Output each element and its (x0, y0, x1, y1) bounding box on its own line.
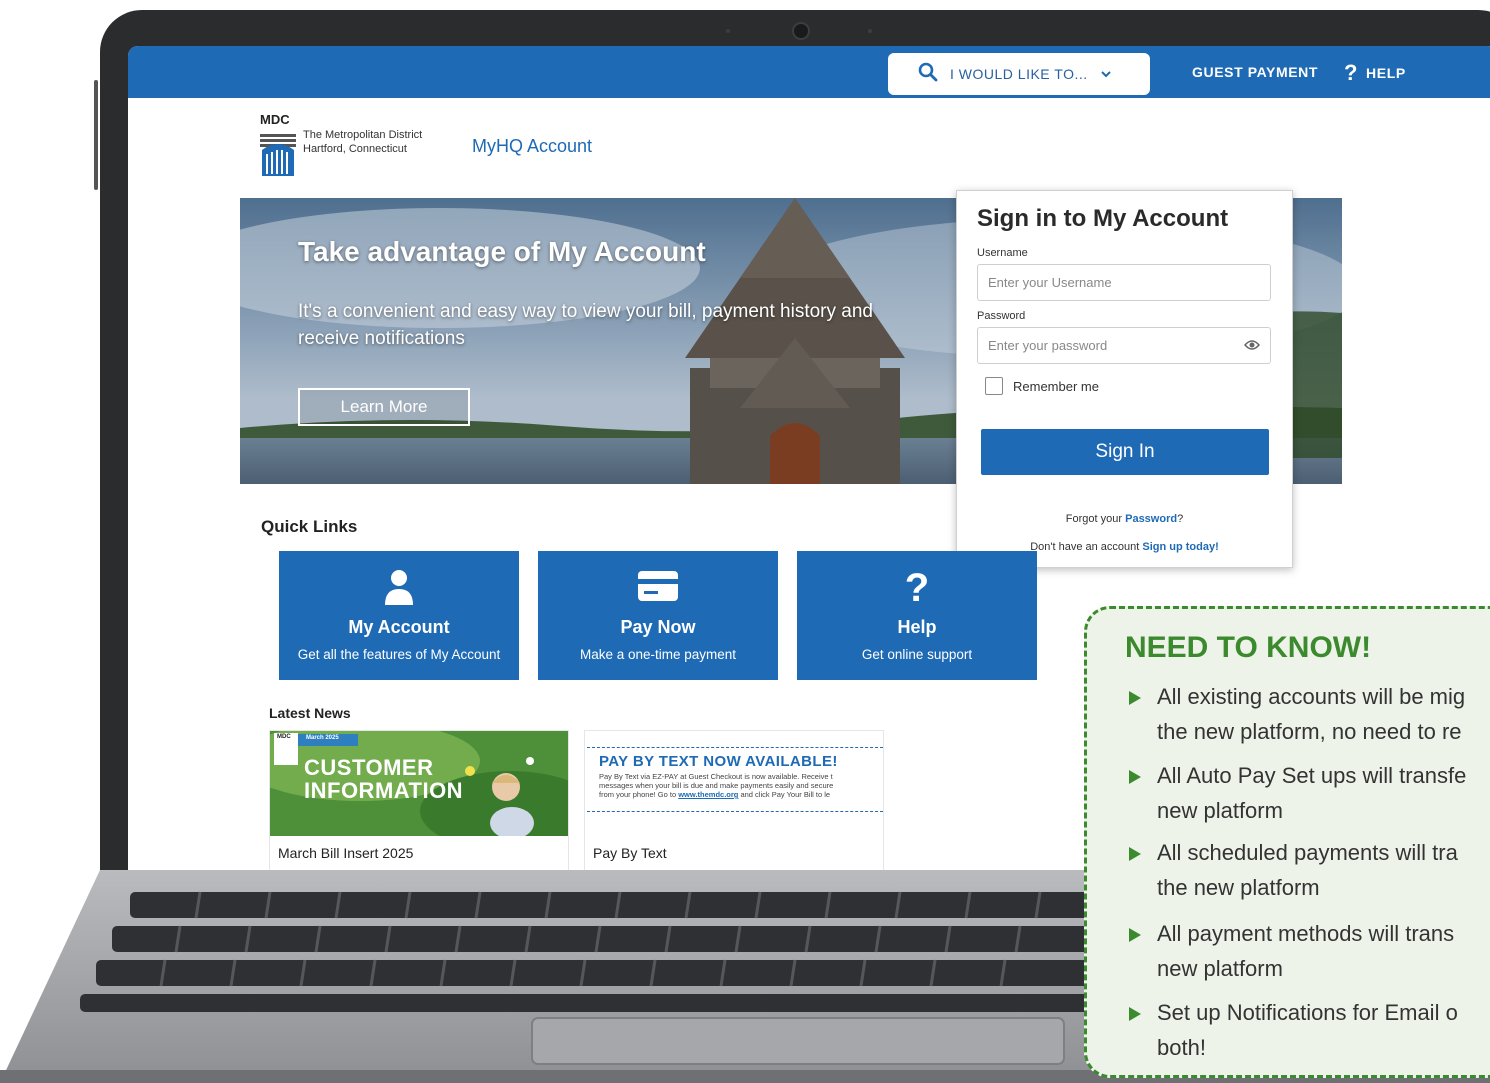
item-line2: both! (1157, 1035, 1206, 1060)
laptop-side-edge (94, 80, 98, 190)
item-line2: the new platform, no need to re (1157, 719, 1462, 744)
dropdown-label: I WOULD LIKE TO... (950, 66, 1088, 82)
body3-prefix: from your phone! Go to (599, 790, 679, 799)
quick-link-title: Help (897, 617, 937, 637)
username-input[interactable]: Enter your Username (977, 264, 1271, 301)
sign-up-link[interactable]: Sign up today! (1142, 541, 1218, 553)
need-to-know-callout: NEED TO KNOW! All existing accounts will… (1084, 606, 1490, 1078)
question-icon: ? (1344, 60, 1359, 85)
i-would-like-to-dropdown[interactable]: I WOULD LIKE TO... (888, 53, 1150, 95)
pay-by-text-body: Pay By Text via EZ-PAY at Guest Checkout… (599, 772, 883, 799)
signup-prefix: Don't have an account (1030, 541, 1143, 553)
bullet-arrow-icon (1129, 691, 1141, 705)
item-line2: new platform (1157, 956, 1283, 981)
need-to-know-item: All scheduled payments will tra the new … (1125, 835, 1490, 905)
news-caption: March Bill Insert 2025 (278, 845, 414, 861)
news-image-pay-by-text: PAY BY TEXT NOW AVAILABLE! Pay By Text v… (585, 731, 883, 836)
quick-link-help[interactable]: ? Help Get online support (797, 551, 1037, 680)
sign-in-panel: Sign in to My Account Username Enter you… (956, 190, 1293, 568)
need-to-know-item: All payment methods will trans new platf… (1125, 916, 1490, 986)
forgot-password-link[interactable]: Password (1125, 513, 1177, 525)
quick-link-subtitle: Make a one-time payment (579, 647, 737, 662)
news-badge-date: March 2025 (306, 735, 339, 741)
quick-link-title: My Account (348, 617, 450, 637)
news-image-customer-information: March 2025 MDC CUSTOMER INFORMATION (270, 731, 568, 836)
news-card-march-bill-insert[interactable]: March 2025 MDC CUSTOMER INFORMATION Marc… (269, 730, 569, 870)
remember-me-label: Remember me (1013, 378, 1099, 394)
guest-payment-link[interactable]: GUEST PAYMENT (1192, 64, 1318, 80)
quick-link-subtitle: Get online support (861, 647, 973, 662)
question-icon: ? (904, 566, 930, 610)
quick-link-pay-now[interactable]: Pay Now Make a one-time payment (538, 551, 778, 680)
item-line1: All scheduled payments will tra (1157, 840, 1458, 865)
item-line1: All Auto Pay Set ups will transfe (1157, 763, 1467, 788)
pay-by-text-body-line2: messages when your bill is due and make … (599, 781, 834, 790)
quick-link-title: Pay Now (620, 617, 696, 637)
news-image-line2: INFORMATION (304, 778, 464, 803)
news-caption: Pay By Text (593, 845, 667, 861)
pay-by-text-body-line1: Pay By Text via EZ-PAY at Guest Checkout… (599, 772, 833, 781)
quick-links-title: Quick Links (261, 517, 358, 536)
item-line1: All existing accounts will be mig (1157, 684, 1466, 709)
item-line1: All payment methods will trans (1157, 921, 1455, 946)
need-to-know-item: Set up Notifications for Email o both! (1125, 995, 1490, 1065)
trackpad (531, 1017, 1065, 1065)
password-input[interactable]: Enter your password (977, 327, 1271, 364)
myhq-account-link[interactable]: MyHQ Account (472, 136, 592, 157)
item-line2: the new platform (1157, 875, 1320, 900)
search-icon (918, 62, 938, 86)
body3-suffix: and click Pay Your Bill to le (738, 790, 831, 799)
logo-abbreviation: MDC (260, 112, 290, 127)
webcam-icon (792, 22, 810, 40)
need-to-know-title: NEED TO KNOW! (1125, 631, 1372, 664)
org-name-line2: Hartford, Connecticut (303, 143, 407, 155)
forgot-prefix: Forgot your (1065, 513, 1126, 525)
password-placeholder: Enter your password (988, 338, 1108, 353)
badge-logo-text: MDC (277, 734, 291, 740)
forgot-password-text: Forgot your Password? (957, 513, 1292, 525)
bullet-arrow-icon (1129, 928, 1141, 942)
latest-news-title: Latest News (269, 705, 351, 721)
remember-me[interactable]: Remember me (985, 377, 1099, 395)
username-label: Username (977, 247, 1028, 259)
need-to-know-item: All existing accounts will be mig the ne… (1125, 679, 1490, 749)
help-link[interactable]: ? HELP (1344, 60, 1406, 86)
mdc-logo-icon (260, 128, 296, 181)
organization-name: The Metropolitan District Hartford, Conn… (303, 128, 422, 156)
mdc-logo-icon: MDC (274, 733, 298, 765)
user-icon (279, 569, 519, 607)
bullet-arrow-icon (1129, 1007, 1141, 1021)
org-name-line1: The Metropolitan District (303, 129, 423, 141)
learn-more-button[interactable]: Learn More (298, 388, 470, 426)
themdc-link[interactable]: www.themdc.org (678, 790, 738, 799)
sensor-dot (868, 29, 872, 33)
promo-stage: I WOULD LIKE TO... GUEST PAYMENT ? HELP … (0, 0, 1490, 1083)
item-line1: Set up Notifications for Email o (1157, 1000, 1458, 1025)
show-password-eye-icon[interactable] (1244, 339, 1260, 354)
news-card-pay-by-text[interactable]: PAY BY TEXT NOW AVAILABLE! Pay By Text v… (584, 730, 884, 870)
credit-card-icon (538, 569, 778, 607)
bullet-arrow-icon (1129, 770, 1141, 784)
pay-by-text-headline: PAY BY TEXT NOW AVAILABLE! (599, 753, 838, 770)
help-label: HELP (1366, 65, 1406, 81)
quick-link-subtitle: Get all the features of My Account (297, 647, 501, 662)
sign-in-title: Sign in to My Account (977, 205, 1229, 232)
sensor-dot (726, 29, 730, 33)
hero-title: Take advantage of My Account (298, 236, 706, 267)
forgot-suffix: ? (1177, 513, 1184, 525)
item-line2: new platform (1157, 798, 1283, 823)
sign-in-button[interactable]: Sign In (981, 429, 1269, 475)
quick-link-my-account[interactable]: My Account Get all the features of My Ac… (279, 551, 519, 680)
password-label: Password (977, 310, 1026, 322)
pay-by-text-body-line3: from your phone! Go to www.themdc.org an… (599, 790, 883, 799)
remember-me-checkbox[interactable] (985, 377, 1003, 395)
need-to-know-item: All Auto Pay Set ups will transfe new pl… (1125, 758, 1490, 828)
top-navigation-bar: I WOULD LIKE TO... GUEST PAYMENT ? HELP (128, 46, 1490, 98)
chevron-down-icon (1100, 66, 1112, 83)
bullet-arrow-icon (1129, 847, 1141, 861)
hero-subtitle: It's a convenient and easy way to view y… (298, 301, 873, 349)
